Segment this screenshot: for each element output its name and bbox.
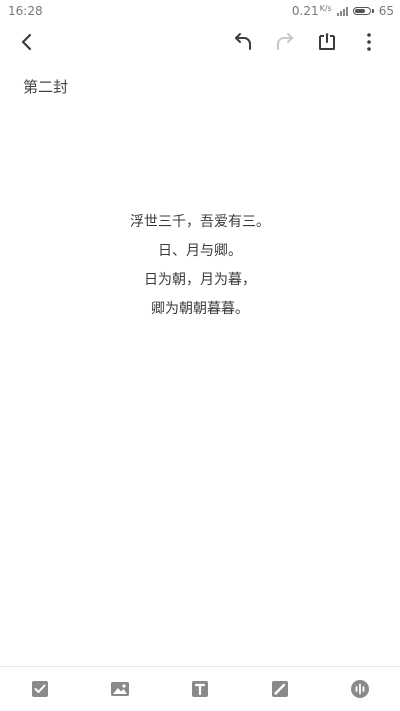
voice-button[interactable] bbox=[350, 679, 370, 699]
network-speed-unit: K/s bbox=[319, 4, 332, 13]
alarm-icon bbox=[319, 33, 335, 50]
signal-icon bbox=[336, 6, 348, 16]
image-icon bbox=[111, 682, 129, 696]
note-line: 日、月与卿。 bbox=[158, 243, 242, 259]
redo-button[interactable] bbox=[272, 28, 300, 56]
brush-icon bbox=[272, 681, 288, 697]
note-title[interactable]: 第二封 bbox=[23, 76, 68, 97]
editor-toolbar bbox=[0, 22, 400, 62]
note-line: 卿为朝朝暮暮。 bbox=[151, 301, 249, 317]
note-line: 浮世三千，吾爱有三。 bbox=[130, 214, 270, 230]
status-time: 16:28 bbox=[8, 4, 43, 18]
voice-icon bbox=[351, 680, 369, 698]
battery-icon bbox=[352, 7, 374, 15]
checkbox-icon bbox=[32, 681, 48, 697]
more-vertical-icon bbox=[367, 33, 371, 51]
note-line: 日为朝，月为暮， bbox=[144, 272, 256, 288]
battery-level: 65 bbox=[378, 4, 394, 18]
redo-icon bbox=[277, 33, 293, 50]
network-speed: 0.21K/s bbox=[292, 4, 332, 18]
network-speed-value: 0.21 bbox=[291, 4, 319, 18]
back-button[interactable] bbox=[13, 28, 41, 56]
reminder-button[interactable] bbox=[313, 28, 341, 56]
text-format-button[interactable] bbox=[190, 679, 210, 699]
more-options-button[interactable] bbox=[355, 28, 383, 56]
insert-image-button[interactable] bbox=[110, 679, 130, 699]
note-body[interactable]: 浮世三千，吾爱有三。 日、月与卿。 日为朝，月为暮， 卿为朝朝暮暮。 bbox=[0, 208, 400, 324]
status-right: 0.21K/s 65 bbox=[292, 4, 394, 18]
checklist-button[interactable] bbox=[30, 679, 50, 699]
status-bar: 16:28 0.21K/s 65 bbox=[0, 0, 400, 22]
text-format-icon bbox=[192, 681, 208, 697]
undo-button[interactable] bbox=[228, 28, 256, 56]
brush-button[interactable] bbox=[270, 679, 290, 699]
bottom-toolbar bbox=[0, 667, 400, 711]
undo-icon bbox=[235, 33, 251, 50]
chevron-left-icon bbox=[21, 33, 32, 51]
